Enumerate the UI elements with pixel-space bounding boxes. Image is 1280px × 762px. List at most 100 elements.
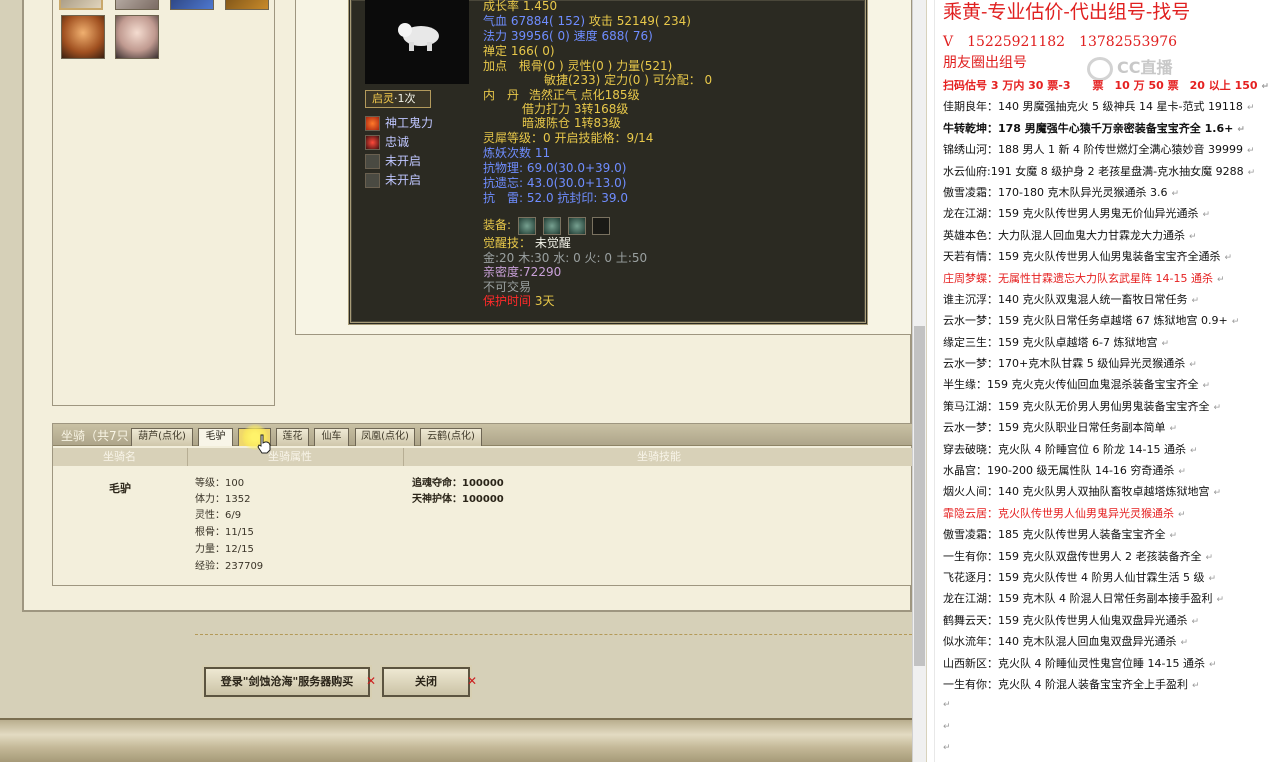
doc-line-text: 佳期良年：140 男魔强抽克火 5 级神兵 14 星卡-范式 19118	[943, 100, 1243, 114]
doc-line-text: 锦绣山河：188 男人 1 新 4 阶传世燃灯全满心猿妙音 39999	[943, 143, 1243, 157]
refine-count: 炼妖次数 11	[483, 146, 551, 160]
doc-line: 一生有你：克火队 4 阶混人装备宝宝齐全上手盈利 ↵	[943, 674, 1280, 695]
qiling-badge: 启灵·1次	[365, 90, 431, 108]
doc-line-text: 山西新区：克火队 4 阶睡仙灵性鬼宫位睡 14-15 通杀	[943, 656, 1205, 670]
hand-cursor-icon	[257, 434, 271, 454]
doc-line-text: 穿去破晓：克火队 4 阶睡宫位 6 阶龙 14-15 通杀	[943, 442, 1186, 456]
close-x-icon[interactable]: ✕	[366, 674, 376, 688]
equip-slot-2[interactable]	[542, 216, 561, 235]
doc-line-text: 谁主沉浮：140 克火队双鬼混人统一畜牧日常任务	[943, 292, 1188, 306]
pet-thumb-blue-dragon[interactable]	[170, 0, 214, 10]
equip-slot-1[interactable]	[517, 216, 536, 235]
pet-thumb-monkey-king[interactable]	[61, 15, 105, 59]
mount-name: 毛驴	[109, 482, 131, 495]
zen-value: 禅定 166( 0)	[483, 44, 555, 58]
paragraph-mark-icon: ↵	[1171, 188, 1179, 199]
doc-line: 谁主沉浮：140 克火队双鬼混人统一畜牧日常任务 ↵	[943, 289, 1280, 310]
close-x-icon[interactable]: ✕	[467, 674, 477, 688]
tab-mount-phoenix[interactable]: 凤凰(点化)	[355, 428, 415, 446]
tab-mount-donkey[interactable]: 毛驴	[198, 428, 233, 446]
tab-mount-crane[interactable]: 云鹤(点化)	[420, 428, 482, 446]
mount-attr-bone: 根骨：11/15	[195, 527, 254, 538]
paragraph-mark-icon: ↵	[1213, 488, 1222, 499]
pet-skill-1[interactable]: 神工鬼力	[365, 114, 433, 132]
doc-line-text: 飞花逐月：159 克火队传世 4 阶男人仙甘霖生活 5 级	[943, 570, 1205, 584]
doc-line-text: 一生有你：克火队 4 阶混人装备宝宝齐全上手盈利	[943, 677, 1188, 691]
doc-line: 佳期良年：140 男魔强抽克火 5 级神兵 14 星卡-范式 19118 ↵	[943, 96, 1280, 117]
paragraph-mark-icon: ↵	[1191, 295, 1200, 306]
login-buy-button[interactable]: 登录"剑蚀沧海"服务器购买	[204, 667, 370, 697]
points-line-2: 敏捷(233) 定力(0 ) 可分配： 0	[544, 73, 713, 87]
tab-mount-lotus[interactable]: 莲花	[276, 428, 309, 446]
equip-slot-4[interactable]	[592, 216, 611, 235]
pet-thumb-lady-portrait[interactable]	[115, 15, 159, 59]
mount-tab-bar: 坐骑（共7只 葫芦(点化) 毛驴 莲花 仙车 凤凰(点化) 云鹤(点化)	[53, 424, 912, 446]
tab-mount-gourd[interactable]: 葫芦(点化)	[131, 428, 193, 446]
doc-line: 山西新区：克火队 4 阶睡仙灵性鬼宫位睡 14-15 通杀 ↵	[943, 653, 1280, 674]
doc-line: 水云仙府:191 女魔 8 级护身 2 老孩星盘满-克水抽女魔 9288 ↵	[943, 161, 1280, 182]
game-bottom-bar	[0, 718, 912, 762]
pet-skill-4[interactable]: 未开启	[365, 171, 421, 189]
doc-line: 庄周梦蝶：无属性甘霖遗忘大力队玄武星阵 14-15 通杀 ↵	[943, 268, 1280, 289]
paragraph-mark-icon: ↵	[1213, 402, 1222, 413]
doc-line: 云水一梦：170+克木队甘霖 5 级仙异光灵猴通杀 ↵	[943, 353, 1280, 374]
mount-attr-strength: 力量：12/15	[195, 544, 254, 555]
pet-portrait	[365, 0, 469, 84]
mount-col-attr: 坐骑属性	[268, 450, 312, 463]
mount-attr-level: 等级：100	[195, 478, 245, 489]
equip-slot-3[interactable]	[567, 216, 586, 235]
paragraph-mark-icon: ↵	[1178, 509, 1186, 520]
paragraph-mark-icon: ↵	[943, 721, 951, 732]
doc-line: 英雄本色：大力队混人回血鬼大力甘霖龙大力通杀 ↵	[943, 225, 1280, 246]
pet-skill-2[interactable]: 忠诚	[365, 133, 409, 151]
qiling-label: 启灵	[372, 92, 394, 105]
awaken-value: 未觉醒	[534, 236, 571, 250]
doc-line-text: 傲雪凌霜：185 克火队传世男人装备宝宝齐全	[943, 528, 1166, 542]
paragraph-mark-icon: ↵	[1247, 167, 1256, 178]
locked-skill-icon	[365, 173, 380, 188]
pet-thumb-warrior[interactable]	[225, 0, 269, 10]
speed-value: 速度 688( 76)	[573, 29, 653, 43]
fire-skill-icon	[365, 116, 380, 131]
scrollbar-thumb[interactable]	[914, 326, 925, 666]
mp-value: 法力 39956( 0)	[483, 29, 570, 43]
doc-lines: 扫码估号 3 万内 30 票-3 票 10 万 50 票 20 以上 150 ↵ 佳…	[943, 75, 1280, 760]
vertical-scrollbar[interactable]	[912, 0, 926, 762]
inner-dan-3: 暗渡陈仓 1转83级	[522, 116, 621, 130]
paragraph-mark-icon: ↵	[1261, 82, 1270, 92]
mount-col-skill: 坐骑技能	[637, 450, 681, 463]
doc-line-text: 烟火人间：140 克火队男人双抽队畜牧卓越塔炼狱地宫	[943, 485, 1210, 499]
inner-dan-1: 浩然正气 点化185级	[528, 88, 640, 102]
awaken-label: 觉醒技：	[483, 236, 532, 250]
mount-col-name: 坐骑名	[103, 450, 136, 463]
paragraph-mark-icon: ↵	[1161, 338, 1169, 349]
doc-line: 龙在江湖：159 克木队 4 阶混人日常任务副本接手盈利 ↵	[943, 588, 1280, 609]
paragraph-mark-icon: ↵	[1246, 103, 1255, 114]
pet-thumb-monk[interactable]	[59, 0, 103, 10]
paragraph-mark-icon: ↵	[1231, 317, 1240, 328]
mount-attr-stamina: 体力：1352	[195, 494, 251, 505]
tab-mount-cart[interactable]: 仙车	[314, 428, 349, 446]
paragraph-mark-icon: ↵	[1216, 274, 1225, 285]
paragraph-mark-icon: ↵	[1202, 210, 1211, 221]
inner-dan-label: 内 丹	[483, 88, 520, 102]
paragraph-mark-icon: ↵	[1208, 573, 1217, 584]
doc-line-text: 鹤舞云天：159 克火队传世男人仙鬼双盘异光通杀	[943, 613, 1188, 627]
close-button[interactable]: 关闭	[382, 667, 470, 697]
doc-line: 牛转乾坤：178 男魔强牛心猿千万亲密装备宝宝齐全 1.6+ ↵	[943, 118, 1280, 139]
doc-line-text: 扫码估号 3 万内 30 票-3 票 10 万 50 票 20 以上 150	[943, 79, 1258, 92]
pet-skill-3[interactable]: 未开启	[365, 152, 421, 170]
pet-thumb-lady-white[interactable]	[115, 0, 159, 10]
column-divider	[187, 448, 188, 466]
points-label: 加点	[483, 59, 508, 73]
doc-line-text: 一生有你：159 克火队双盘传世男人 2 老孩装备齐全	[943, 549, 1202, 563]
doc-line: 傲雪凌霜：185 克火队传世男人装备宝宝齐全 ↵	[943, 524, 1280, 545]
growth-rate: 成长率 1.450	[483, 0, 558, 13]
doc-header: 乘黄-专业估价-代出组号-找号	[943, 1, 1191, 23]
qiling-count: 1次	[397, 92, 416, 105]
doc-line: 云水一梦：159 克火队职业日常任务副本简单 ↵	[943, 417, 1280, 438]
doc-line-text: 天若有情：159 克火队传世男人仙男鬼装备宝宝齐全通杀	[943, 250, 1221, 264]
loyalty-skill-icon	[365, 135, 380, 150]
resist-thunder: 抗 雷: 52.0 抗封印: 39.0	[483, 191, 628, 205]
points-line-1: 根骨(0 ) 灵性(0 ) 力量(521)	[518, 59, 673, 73]
